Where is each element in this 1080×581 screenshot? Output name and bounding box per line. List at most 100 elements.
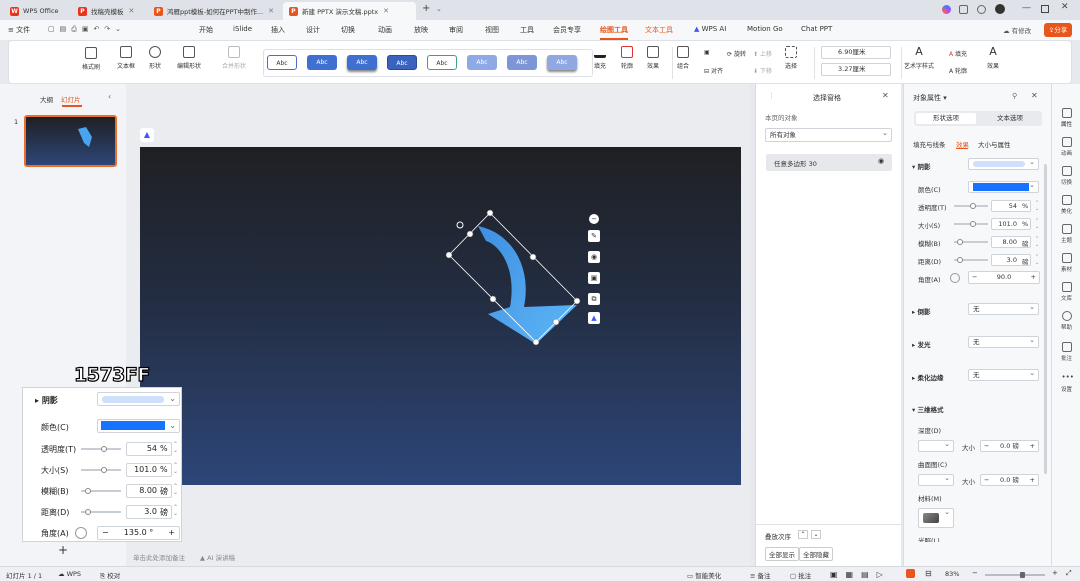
slider-knob[interactable] — [957, 257, 963, 263]
text-fill-button[interactable]: A 填充 — [949, 49, 967, 58]
tab-outline[interactable]: 大纲 — [40, 94, 53, 104]
merge-shape-button[interactable]: 合并形状 — [222, 46, 246, 70]
zoom-in-icon[interactable]: + — [1052, 569, 1058, 577]
slider-knob[interactable] — [970, 203, 976, 209]
sidebar-item-settings[interactable]: ••• 设置 — [1052, 373, 1080, 393]
menu-view[interactable]: 视图 — [485, 25, 499, 35]
height-field[interactable]: 3.27厘米 — [821, 63, 891, 76]
tab-doc-1[interactable]: P 找稿壳模板 ✕ — [72, 2, 140, 20]
subtab-fill-line[interactable]: 填充与线条 — [913, 139, 946, 149]
shadow-color-select[interactable]: ⌄ — [97, 419, 180, 433]
align-button[interactable]: ⊟ 对齐 — [704, 66, 723, 75]
ai-icon[interactable]: ▲ — [588, 312, 600, 324]
material-select[interactable] — [918, 507, 954, 528]
tab-doc-active[interactable]: P 新建 PPTX 演示文稿.pptx ✕ — [283, 2, 416, 20]
shadow-row[interactable]: ▸ 阴影 ⌄ — [23, 390, 183, 410]
play-icon[interactable] — [906, 569, 915, 578]
style-preset[interactable]: Abc — [427, 55, 457, 70]
shadow-section[interactable]: ▾ 阴影 — [904, 157, 1052, 173]
object-filter-select[interactable]: 所有对象 — [765, 127, 892, 142]
slide-thumbnail[interactable] — [24, 115, 117, 167]
menu-text-tools[interactable]: 文本工具 — [645, 25, 673, 35]
slider-knob[interactable] — [85, 488, 91, 494]
angle-input[interactable]: − 90.0 + — [968, 271, 1040, 284]
menu-wps-ai[interactable]: ▲ WPS AI — [694, 25, 726, 33]
fill-button[interactable]: 填充 — [594, 46, 606, 70]
style-preset[interactable]: Abc — [347, 55, 377, 70]
object-list-item[interactable]: 任意多边形 30 ◉ — [766, 154, 892, 171]
fullscreen-icon[interactable]: ⤢ — [1066, 569, 1072, 578]
share-button[interactable]: ⇪分享 — [1044, 23, 1072, 37]
sidebar-item-animation[interactable]: 动画 — [1052, 137, 1080, 157]
spinner-icon[interactable]: ⌃ ⌄ — [1035, 236, 1039, 248]
depth-size-input[interactable]: − 0.0 磅 + — [980, 440, 1039, 452]
increment-icon[interactable]: + — [1031, 272, 1036, 283]
zoom-level[interactable]: 83% — [945, 570, 959, 578]
menu-member[interactable]: 会员专享 — [553, 25, 581, 35]
notes-placeholder[interactable]: 单击此处添加备注 — [133, 552, 185, 562]
quick-access-icons[interactable]: ▢▤⎙▣↶↷⌄ — [48, 25, 126, 34]
chevron-down-icon[interactable]: ⌄ — [436, 5, 442, 13]
angle-dial-icon[interactable] — [75, 527, 87, 539]
spinner-icon[interactable]: ⌃ ⌄ — [173, 463, 178, 475]
ai-assistant-icon[interactable] — [942, 5, 951, 14]
menu-tools[interactable]: 工具 — [520, 25, 534, 35]
soft-edge-section[interactable]: ▸ 柔化边缘 无 — [904, 368, 1052, 384]
tab-doc-2[interactable]: P 鸿雁ppt模板-如何在PPT中制作... ✕ — [148, 2, 280, 20]
slider-knob[interactable] — [957, 239, 963, 245]
spinner-icon[interactable]: ⌃ ⌄ — [173, 442, 178, 454]
fit-icon[interactable]: ⊟ — [925, 569, 932, 578]
ai-notes-button[interactable]: ▲ AI 演讲稿 — [200, 552, 235, 562]
sidebar-item-help[interactable]: 帮助 — [1052, 311, 1080, 331]
blur-slider[interactable] — [81, 488, 121, 494]
contour-color-select[interactable] — [918, 473, 954, 486]
close-window-icon[interactable]: ✕ — [1061, 2, 1069, 12]
menu-drawing-tools[interactable]: 绘图工具 — [600, 25, 628, 40]
menu-file[interactable]: ≡ 文件 — [8, 25, 30, 35]
hide-all-button[interactable]: 全部隐藏 — [799, 547, 833, 561]
pencil-icon[interactable]: ✎ — [588, 230, 600, 242]
style-preset[interactable]: Abc — [387, 55, 417, 70]
close-icon[interactable]: ✕ — [268, 7, 274, 15]
minimize-icon[interactable]: — — [1022, 3, 1031, 13]
close-icon[interactable]: ✕ — [1031, 91, 1038, 100]
spinner-icon[interactable]: ⌃ ⌄ — [1035, 254, 1039, 266]
effect-button[interactable]: 效果 — [647, 46, 659, 70]
proofread-button[interactable]: ⎘ 校对 — [100, 570, 120, 581]
ai-float-icon[interactable]: ▲ — [140, 128, 154, 142]
menu-islide[interactable]: iSlide — [233, 25, 252, 33]
spinner-icon[interactable]: ⌃ ⌄ — [173, 505, 178, 517]
annotate-button[interactable]: ▢ 批注 — [790, 570, 811, 580]
slide-canvas[interactable] — [140, 147, 741, 485]
close-icon[interactable]: ✕ — [882, 91, 889, 100]
distance-slider[interactable] — [81, 509, 121, 515]
zoom-out-icon[interactable]: − — [972, 569, 978, 577]
textbox-button[interactable]: 文本框 — [117, 46, 135, 70]
transparency-slider[interactable] — [954, 203, 988, 209]
drag-handle-icon[interactable]: ⋮ — [768, 92, 775, 100]
glow-section[interactable]: ▸ 发光 无 — [904, 335, 1052, 351]
increment-icon[interactable]: + — [1030, 441, 1035, 451]
menu-design[interactable]: 设计 — [306, 25, 320, 35]
style-preset[interactable]: Abc — [547, 55, 577, 70]
spinner-icon[interactable]: ⌃ ⌄ — [173, 484, 178, 496]
style-preset[interactable]: Abc — [267, 55, 297, 70]
increment-icon[interactable]: + — [1030, 475, 1035, 485]
add-slide-button[interactable]: + — [58, 543, 68, 557]
move-down-icon[interactable]: ⌄ — [811, 530, 821, 539]
menu-slideshow[interactable]: 放映 — [414, 25, 428, 35]
new-tab-button[interactable]: + — [422, 3, 430, 14]
blur-slider[interactable] — [954, 239, 988, 245]
shadow-preset-select[interactable]: ⌄ — [97, 392, 180, 406]
soft-edge-select[interactable]: 无 — [968, 368, 1039, 381]
art-text-button[interactable]: A 艺术字样式 — [904, 46, 934, 71]
menu-motion-go[interactable]: Motion Go — [747, 25, 783, 33]
tab-wps-home[interactable]: W WPS Office — [4, 2, 65, 20]
spinner-icon[interactable]: ⌃ ⌄ — [1035, 218, 1039, 230]
zoom-slider-knob[interactable] — [1020, 572, 1025, 578]
tab-shape-options[interactable]: 形状选项 — [916, 113, 976, 124]
slider-knob[interactable] — [101, 446, 107, 452]
close-icon[interactable]: ✕ — [383, 7, 389, 15]
distance-slider[interactable] — [954, 257, 988, 263]
scrollbar[interactable] — [1044, 164, 1047, 474]
